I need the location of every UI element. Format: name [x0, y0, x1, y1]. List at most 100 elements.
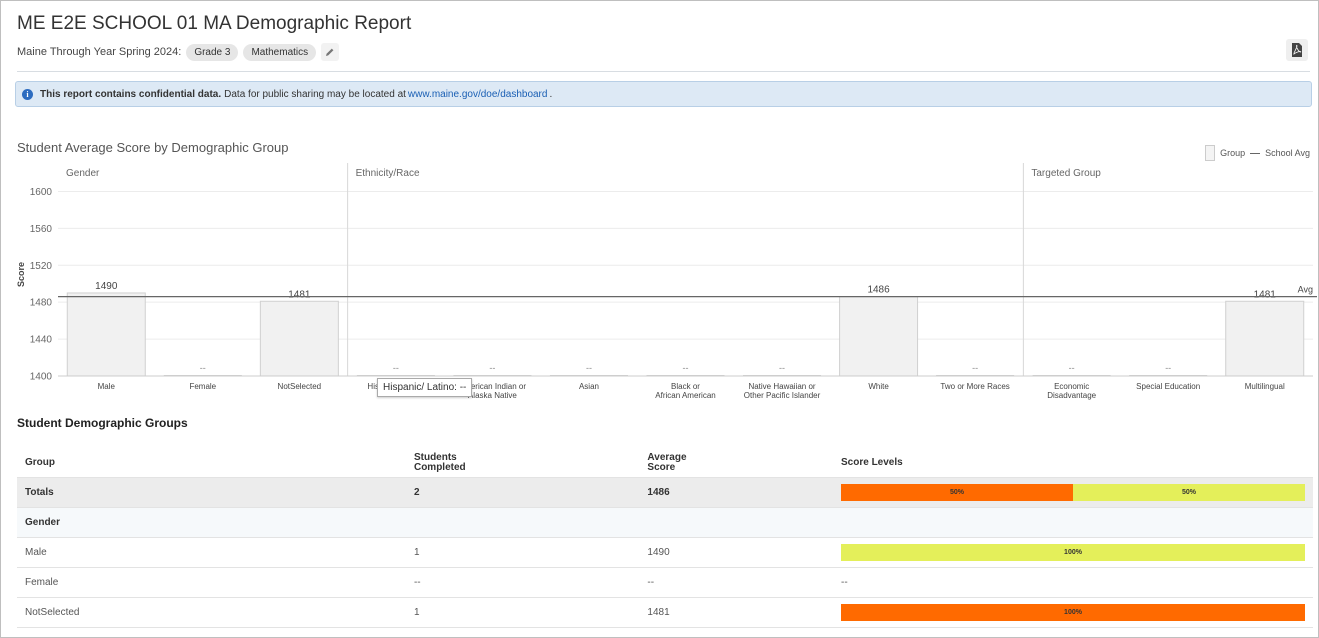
confidential-alert: i This report contains confidential data…	[15, 81, 1312, 107]
subject-chip[interactable]: Mathematics	[243, 43, 317, 61]
score-levels-cell: 100%	[833, 597, 1313, 628]
avg-score-cell: 1490	[639, 537, 833, 568]
category-label: Special Education	[1136, 382, 1200, 391]
avg-score-cell: 1486	[639, 477, 833, 508]
avg-score-cell: --	[639, 567, 833, 598]
grade-chip[interactable]: Grade 3	[186, 43, 239, 61]
category-label: White	[868, 382, 889, 391]
bar-value-label: 1481	[1254, 289, 1277, 300]
demographic-groups-table: Group Students Completed Average Score Sco…	[17, 449, 1313, 628]
alert-suffix: .	[549, 88, 553, 100]
bar	[66, 292, 146, 377]
bar-value-label: --	[779, 363, 785, 373]
y-tick-label: 1560	[30, 224, 53, 235]
alert-bold-text: This report contains confidential data.	[40, 88, 222, 100]
students-cell: 1	[405, 597, 640, 628]
col-avg-header[interactable]: Average Score	[639, 449, 833, 478]
bar-value-label: 1486	[867, 285, 890, 296]
bar-value-label: --	[489, 363, 495, 373]
bar-value-label: 1481	[288, 289, 311, 300]
category-label: Native Hawaiian or Other Pacific Islander	[744, 382, 821, 400]
bar	[839, 296, 919, 377]
students-cell: --	[405, 567, 640, 598]
category-label: Female	[189, 382, 216, 391]
y-tick-label: 1480	[30, 298, 53, 309]
score-level-bar: 100%	[841, 544, 1305, 561]
y-tick-label: 1400	[30, 372, 53, 383]
score-level-segment: 50%	[841, 484, 1073, 501]
score-levels-cell: --	[833, 567, 1313, 598]
bar-value-label: 1490	[95, 281, 118, 292]
table-header-row: Group Students Completed Average Score Sco…	[17, 449, 1313, 478]
chart-legend: Group School Avg	[1205, 145, 1310, 161]
group-name-label: Ethnicity/Race	[356, 168, 420, 179]
pencil-icon	[326, 48, 334, 56]
pdf-icon	[1292, 43, 1302, 57]
report-subtitle: Maine Through Year Spring 2024: Grade 3 …	[17, 43, 340, 61]
legend-group-label: Group	[1220, 148, 1246, 158]
demographic-bar-chart: 1400 1440 1480 1520 1560 1600 Score Gender Ethni…	[16, 163, 1317, 400]
y-tick-label: 1440	[30, 335, 53, 346]
group-cell: NotSelected	[17, 597, 406, 628]
avg-score-cell: 1481	[639, 597, 833, 628]
group-name-label: Gender	[66, 168, 100, 179]
y-tick-label: 1520	[30, 261, 53, 272]
group-cell: Female	[17, 567, 406, 598]
score-level-bar: 50% 50%	[841, 484, 1305, 501]
bar-value-label: --	[1165, 363, 1171, 373]
bar-value-label: --	[200, 363, 206, 373]
subtitle-prefix: Maine Through Year Spring 2024:	[17, 46, 182, 58]
score-levels-cell: 100%	[833, 537, 1313, 568]
header-divider	[17, 71, 1310, 72]
edit-filters-button[interactable]	[321, 43, 340, 61]
score-levels-cell: 50% 50%	[833, 477, 1313, 508]
bar-value-label: --	[683, 363, 689, 373]
category-label: Economic Disadvantage	[1047, 382, 1096, 400]
download-pdf-button[interactable]	[1286, 39, 1308, 61]
score-level-segment: 100%	[841, 544, 1305, 561]
category-label: Asian	[579, 382, 599, 391]
legend-group-swatch	[1205, 145, 1216, 161]
bar	[1225, 300, 1305, 377]
legend-avg-line	[1250, 152, 1261, 154]
info-icon: i	[22, 88, 33, 100]
category-label: NotSelected	[278, 382, 322, 391]
bar-value-label: --	[393, 363, 399, 373]
legend-avg-label: School Avg	[1265, 148, 1310, 158]
page-title: ME E2E SCHOOL 01 MA Demographic Report	[17, 13, 412, 34]
category-label: Multilingual	[1245, 382, 1285, 391]
col-avg-label-2: Score	[647, 462, 676, 473]
group-cell: Totals	[17, 477, 406, 508]
score-level-segment: 100%	[841, 604, 1305, 621]
category-label: Male	[98, 382, 116, 391]
table-row: Female -- -- --	[17, 567, 1313, 598]
col-students-header[interactable]: Students Completed	[405, 449, 640, 478]
table-row: Male 1 1490 100%	[17, 537, 1313, 568]
totals-row: Totals 2 1486 50% 50%	[17, 477, 1313, 508]
col-levels-header: Score Levels	[833, 449, 1313, 478]
students-cell: 2	[405, 477, 640, 508]
bar	[259, 300, 339, 377]
group-cell: Male	[17, 537, 406, 568]
category-label: Two or More Races	[940, 382, 1009, 391]
bar-value-label: --	[1069, 363, 1075, 373]
group-header-row: Gender	[17, 507, 1313, 538]
dashboard-link[interactable]: www.maine.gov/doe/dashboard	[408, 89, 548, 100]
col-group-header[interactable]: Group	[17, 449, 406, 478]
school-avg-label: Avg	[1298, 285, 1313, 295]
bar-value-label: --	[586, 363, 592, 373]
score-level-segment: 50%	[1073, 484, 1305, 501]
y-tick-label: 1600	[30, 187, 53, 198]
group-name-label: Targeted Group	[1031, 168, 1101, 179]
category-label: Black or African American	[655, 382, 715, 400]
table-row: NotSelected 1 1481 100%	[17, 597, 1313, 628]
chart-tooltip: Hispanic/ Latino: --	[377, 378, 473, 397]
report-frame: ME E2E SCHOOL 01 MA Demographic Report M…	[0, 0, 1319, 638]
alert-text: Data for public sharing may be located a…	[224, 88, 406, 100]
demographic-groups-title: Student Demographic Groups	[17, 416, 188, 430]
group-header-label: Gender	[17, 507, 1313, 538]
col-students-label-2: Completed	[413, 462, 466, 473]
chart-title: Student Average Score by Demographic Gro…	[17, 140, 289, 155]
bar-value-label: --	[972, 363, 978, 373]
score-level-bar: 100%	[841, 604, 1305, 621]
